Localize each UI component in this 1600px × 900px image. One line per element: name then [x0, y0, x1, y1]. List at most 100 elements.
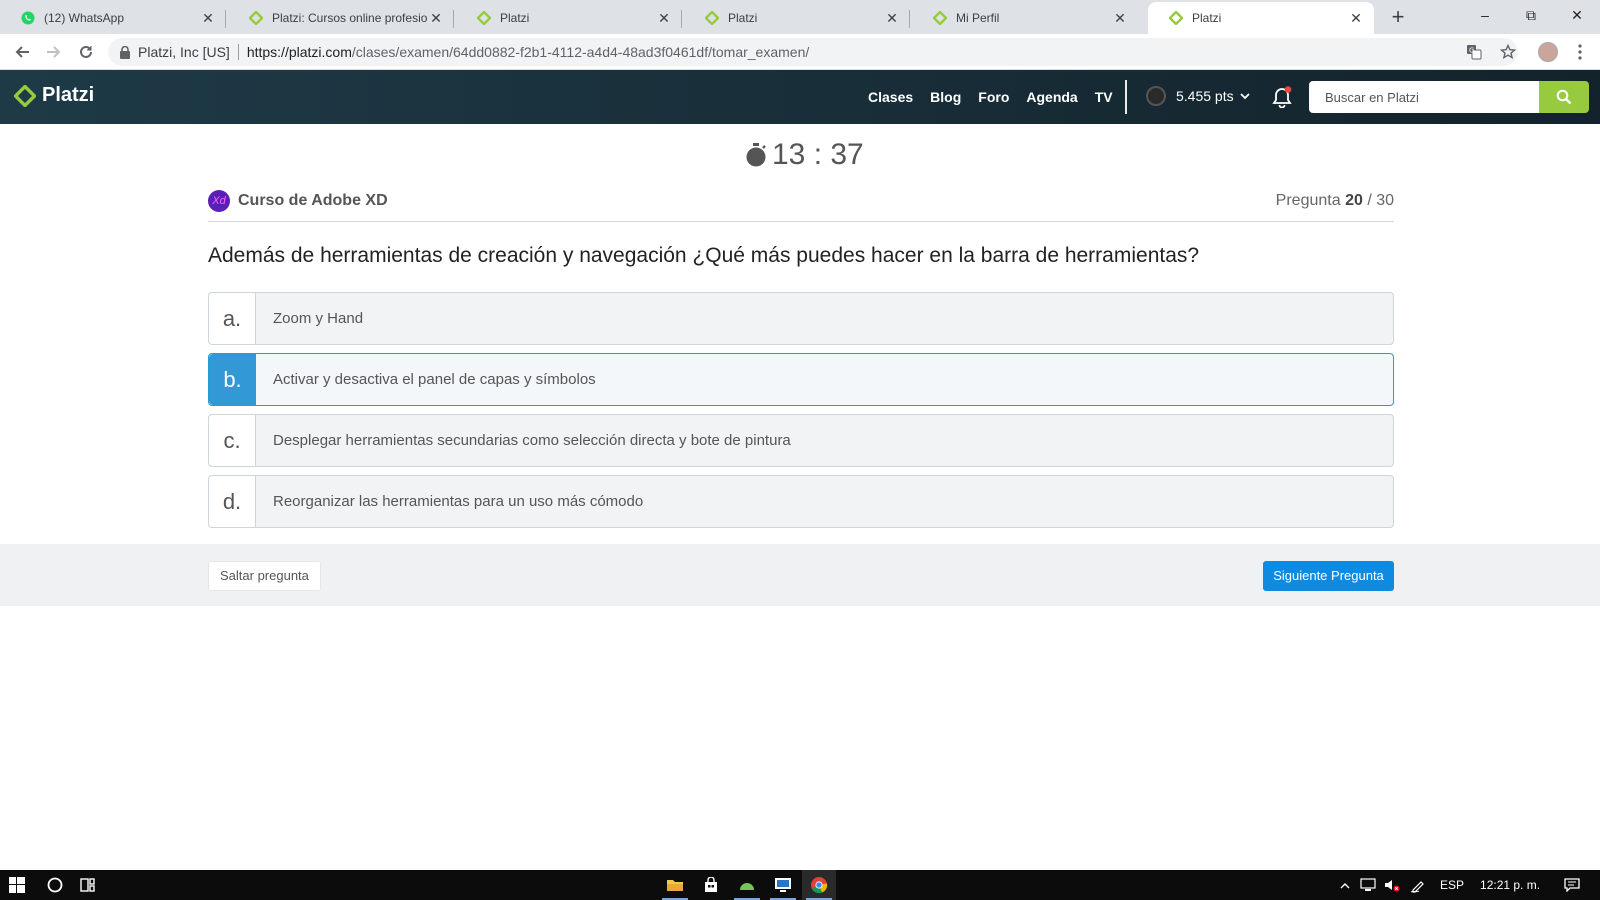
close-tab-icon[interactable]: ✕ — [656, 10, 672, 26]
more-menu-icon[interactable] — [1568, 40, 1592, 64]
tab-title: Mi Perfil — [956, 11, 1000, 25]
counter-current: 20 — [1345, 192, 1363, 209]
nav-foro[interactable]: Foro — [978, 89, 1009, 105]
nav-clases[interactable]: Clases — [868, 89, 913, 105]
action-center-icon[interactable] — [1564, 878, 1580, 892]
address-bar[interactable]: Platzi, Inc [US] https://platzi.com/clas… — [108, 38, 1518, 66]
answer-option-d[interactable]: d. Reorganizar las herramientas para un … — [208, 475, 1394, 528]
back-button[interactable] — [10, 40, 34, 64]
tab-title: Platzi: Cursos online profesiona — [272, 11, 428, 25]
platzi-icon — [1168, 10, 1184, 26]
site-header: Platzi Clases Blog Foro Agenda TV 5.455 … — [0, 70, 1600, 124]
nav-tv[interactable]: TV — [1095, 89, 1113, 105]
answer-option-b[interactable]: b. Activar y desactiva el panel de capas… — [208, 353, 1394, 406]
option-letter: d. — [209, 476, 256, 527]
close-tab-icon[interactable]: ✕ — [1112, 10, 1128, 26]
star-bookmark-icon[interactable] — [1496, 40, 1520, 64]
browser-tab-active-platzi[interactable]: Platzi ✕ — [1148, 2, 1374, 34]
task-view-icon[interactable] — [72, 870, 106, 900]
lock-icon — [120, 45, 130, 59]
remote-desktop-icon[interactable] — [766, 870, 800, 900]
platzi-logo-icon — [14, 84, 36, 107]
android-studio-icon[interactable] — [730, 870, 764, 900]
search-icon — [1556, 89, 1572, 105]
close-tab-icon[interactable]: ✕ — [1348, 10, 1364, 26]
counter-total: / 30 — [1367, 192, 1394, 209]
svg-text:G: G — [1469, 47, 1474, 55]
arrow-right-icon — [47, 46, 61, 58]
url-path: /clases/examen/64dd0882-f2b1-4112-a4d4-4… — [351, 44, 810, 60]
close-tab-icon[interactable]: ✕ — [428, 10, 444, 26]
question-counter: Pregunta 20 / 30 — [1276, 192, 1394, 210]
nav-blog[interactable]: Blog — [930, 89, 961, 105]
answer-option-a[interactable]: a. Zoom y Hand — [208, 292, 1394, 345]
tab-title: (12) WhatsApp — [44, 11, 125, 25]
browser-tab-platzi[interactable]: Platzi ✕ — [456, 2, 682, 34]
tab-title: Platzi — [500, 11, 530, 25]
option-text: Reorganizar las herramientas para un uso… — [273, 493, 644, 510]
windows-start-icon[interactable] — [0, 870, 34, 900]
platzi-icon — [248, 10, 264, 26]
browser-tab-mi-perfil[interactable]: Mi Perfil ✕ — [912, 2, 1138, 34]
option-text: Zoom y Hand — [273, 310, 364, 327]
browser-tab-platzi-cursos[interactable]: Platzi: Cursos online profesiona ✕ — [228, 2, 454, 34]
cortana-search-icon[interactable] — [38, 870, 72, 900]
volume-muted-icon[interactable] — [1384, 878, 1400, 892]
profile-avatar[interactable] — [1536, 40, 1560, 64]
windows-taskbar: ESP 12:21 p. m. — [0, 870, 1600, 900]
header-divider — [1125, 80, 1127, 114]
option-letter: c. — [209, 415, 256, 466]
microsoft-store-icon[interactable] — [694, 870, 728, 900]
file-explorer-icon[interactable] — [658, 870, 692, 900]
nav-agenda[interactable]: Agenda — [1026, 89, 1077, 105]
site-search — [1309, 81, 1589, 113]
exam-timer: 13 : 37 — [744, 138, 864, 172]
search-button[interactable] — [1539, 81, 1589, 113]
close-tab-icon[interactable]: ✕ — [884, 10, 900, 26]
notifications-bell-icon[interactable] — [1272, 86, 1292, 113]
reload-button[interactable] — [74, 40, 98, 64]
option-text: Desplegar herramientas secundarias como … — [273, 432, 791, 449]
adobe-xd-badge-icon: Xd — [208, 190, 230, 212]
timer-value: 13 : 37 — [772, 138, 864, 171]
browser-toolbar: Platzi, Inc [US] https://platzi.com/clas… — [0, 34, 1600, 70]
main-nav: Clases Blog Foro Agenda TV — [868, 70, 1130, 124]
input-language[interactable]: ESP — [1440, 878, 1464, 892]
minimize-window-button[interactable]: – — [1462, 0, 1508, 30]
platzi-icon — [932, 10, 948, 26]
translate-icon[interactable]: G — [1462, 40, 1486, 64]
answer-option-c[interactable]: c. Desplegar herramientas secundarias co… — [208, 414, 1394, 467]
skip-question-button[interactable]: Saltar pregunta — [208, 561, 321, 591]
site-organization: Platzi, Inc [US] — [138, 44, 230, 60]
next-question-button[interactable]: Siguiente Pregunta — [1263, 561, 1394, 591]
new-tab-button[interactable]: + — [1386, 6, 1410, 30]
chevron-down-icon — [1239, 92, 1250, 100]
chrome-icon[interactable] — [802, 870, 836, 900]
clock-time[interactable]: 12:21 p. m. — [1480, 878, 1540, 892]
forward-button[interactable] — [42, 40, 66, 64]
option-text: Activar y desactiva el panel de capas y … — [273, 371, 596, 388]
search-input[interactable] — [1309, 81, 1539, 113]
network-icon[interactable] — [1360, 878, 1376, 892]
course-header: Xd Curso de Adobe XD Pregunta 20 / 30 — [208, 190, 1394, 222]
reload-icon — [80, 45, 92, 58]
whatsapp-icon — [20, 10, 36, 26]
user-points-menu[interactable]: 5.455 pts — [1146, 86, 1250, 106]
pen-ink-icon[interactable] — [1410, 877, 1426, 893]
browser-tab-platzi[interactable]: Platzi ✕ — [684, 2, 910, 34]
course-name: Curso de Adobe XD — [238, 192, 388, 209]
platzi-icon — [704, 10, 720, 26]
arrow-left-icon — [15, 46, 29, 58]
close-window-button[interactable]: ✕ — [1554, 0, 1600, 30]
browser-tab-whatsapp[interactable]: (12) WhatsApp ✕ — [0, 2, 226, 34]
platzi-logo[interactable]: Platzi — [14, 84, 94, 107]
browser-tab-strip: (12) WhatsApp ✕ Platzi: Cursos online pr… — [0, 0, 1600, 34]
url-host: https://platzi.com — [246, 44, 352, 60]
user-avatar — [1146, 86, 1166, 106]
show-hidden-icons-icon[interactable] — [1340, 882, 1350, 889]
counter-prefix: Pregunta — [1275, 192, 1341, 209]
restore-window-button[interactable]: ⧉ — [1508, 0, 1554, 30]
stopwatch-icon — [744, 142, 768, 168]
tab-title: Platzi — [1192, 11, 1222, 25]
close-tab-icon[interactable]: ✕ — [200, 10, 216, 26]
